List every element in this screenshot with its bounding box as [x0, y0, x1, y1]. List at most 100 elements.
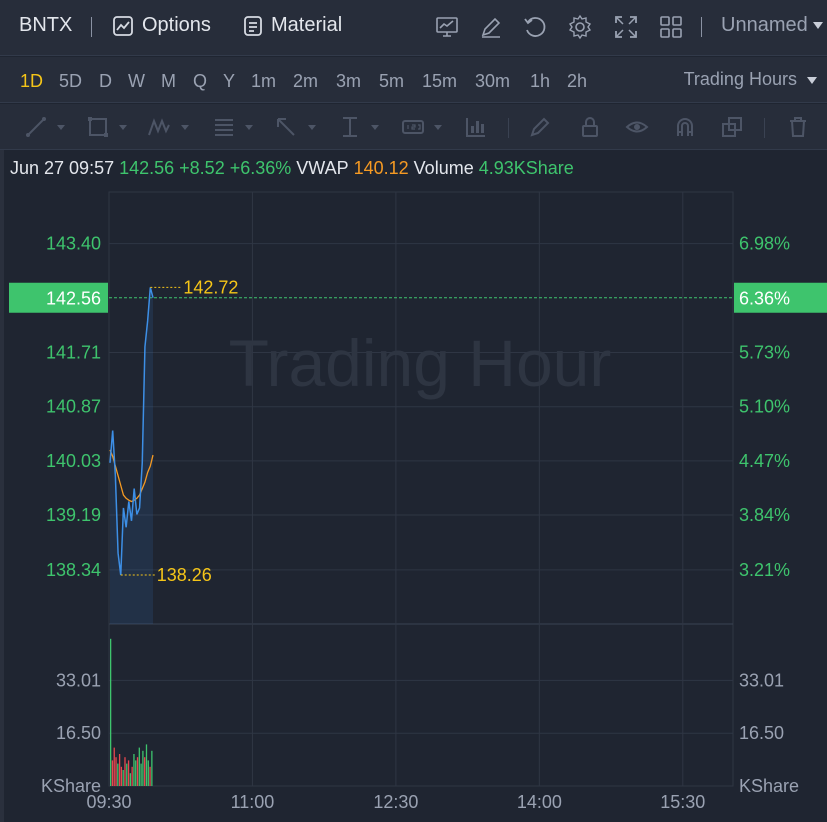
caret-down-icon[interactable]	[371, 125, 379, 130]
time-tick-label: 11:00	[231, 792, 275, 812]
volume-bar	[147, 760, 149, 786]
symbol-name[interactable]: BNTX	[19, 14, 72, 37]
rectangle-tool-icon[interactable]	[86, 115, 110, 139]
period-1h[interactable]: 1h	[530, 71, 550, 92]
period-3m[interactable]: 3m	[336, 71, 361, 92]
current-price-label: 142.56	[46, 289, 101, 309]
percent-tick-label: 5.10%	[739, 397, 790, 417]
arrow-tool-icon[interactable]	[274, 115, 298, 139]
vwap-value: 140.12	[353, 158, 409, 178]
caret-down-icon[interactable]	[119, 125, 127, 130]
volume-bar	[126, 763, 128, 786]
layers-icon[interactable]	[720, 115, 744, 139]
period-5m[interactable]: 5m	[379, 71, 404, 92]
brush-icon[interactable]	[528, 115, 552, 139]
period-1d[interactable]: 1D	[20, 71, 43, 92]
pattern-tool-icon[interactable]	[147, 115, 171, 139]
low-marker-label: 138.26	[157, 565, 212, 585]
vwap-label: VWAP	[296, 158, 349, 178]
volume-bar	[138, 747, 140, 786]
period-2m[interactable]: 2m	[293, 71, 318, 92]
period-1m[interactable]: 1m	[251, 71, 276, 92]
percent-tick-label: 4.47%	[739, 451, 790, 471]
volume-bars	[110, 638, 153, 786]
volume-bar	[124, 757, 126, 786]
indicator-tool-icon[interactable]	[464, 115, 488, 139]
period-d[interactable]: D	[99, 71, 112, 92]
percent-tick-label: 5.73%	[739, 343, 790, 363]
material-icon	[244, 15, 262, 36]
volume-tick-label: 16.50	[739, 723, 784, 743]
volume-bar	[131, 766, 133, 786]
options-label: Options	[142, 14, 211, 36]
volume-value: 4.93KShare	[478, 158, 574, 178]
options-icon	[113, 15, 133, 36]
caret-down-icon[interactable]	[181, 125, 189, 130]
period-15m[interactable]: 15m	[422, 71, 457, 92]
period-5d[interactable]: 5D	[59, 71, 82, 92]
toolbar-divider	[764, 118, 765, 138]
caret-down-icon[interactable]	[57, 125, 65, 130]
caret-down-icon[interactable]	[308, 125, 316, 130]
time-tick-label: 12:30	[373, 792, 418, 812]
volume-bar	[120, 766, 123, 786]
measure-tool-icon[interactable]	[338, 115, 362, 139]
layout-dropdown[interactable]: Unnamed	[721, 14, 823, 37]
volume-bar	[149, 766, 151, 786]
percent-tick-label: 3.21%	[739, 560, 790, 580]
percent-tick-label: 6.98%	[739, 234, 790, 254]
volume-bar	[129, 773, 132, 786]
period-2h[interactable]: 2h	[567, 71, 587, 92]
volume-unit-label: KShare	[739, 776, 799, 796]
price-label-tool-icon[interactable]	[401, 115, 425, 139]
high-marker-label: 142.72	[183, 277, 238, 297]
material-button[interactable]: Material	[243, 14, 342, 37]
period-w[interactable]: W	[128, 71, 145, 92]
volume-bar	[117, 763, 119, 786]
caret-down-icon[interactable]	[434, 125, 442, 130]
quote-price: 142.56	[119, 158, 175, 178]
fullscreen-icon[interactable]	[613, 14, 639, 40]
volume-tick-label: 33.01	[739, 670, 784, 690]
volume-bar	[142, 750, 144, 786]
volume-tick-label: 16.50	[56, 723, 101, 743]
quote-info-bar: Jun 27 09:57 142.56 +8.52 +6.36% VWAP 140.12 V…	[0, 150, 827, 188]
volume-bar	[118, 754, 121, 786]
toolbar-divider	[91, 17, 92, 37]
period-m[interactable]: M	[161, 71, 176, 92]
drawing-toolbar	[0, 104, 827, 150]
fib-tool-icon[interactable]	[212, 115, 236, 139]
quote-change-pct: +6.36%	[229, 158, 292, 178]
volume-bar	[136, 757, 139, 786]
toolbar-divider	[701, 17, 702, 37]
volume-bar	[144, 757, 146, 786]
period-toolbar: 1D 5D D W M Q Y 1m 2m 3m 5m 15m 30m 1h 2…	[0, 57, 827, 103]
lock-icon[interactable]	[578, 115, 602, 139]
caret-down-icon	[807, 76, 817, 84]
intraday-chart[interactable]: Trading Hour 143.40 141.71 140.87 140.03 139…	[0, 188, 827, 822]
percent-tick-label: 3.84%	[739, 505, 790, 525]
time-tick-label: 15:30	[660, 792, 705, 812]
layout-name: Unnamed	[721, 14, 808, 36]
caret-down-icon[interactable]	[245, 125, 253, 130]
edit-icon[interactable]	[478, 14, 504, 40]
trading-hours-dropdown[interactable]: Trading Hours	[684, 69, 817, 90]
price-tick-label: 143.40	[46, 234, 101, 254]
watermark-text: Trading Hour	[229, 326, 612, 400]
volume-tick-label: 33.01	[56, 670, 101, 690]
period-30m[interactable]: 30m	[475, 71, 510, 92]
volume-bar	[140, 763, 142, 786]
period-q[interactable]: Q	[193, 71, 207, 92]
options-button[interactable]: Options	[112, 14, 211, 37]
chart-type-icon[interactable]	[434, 14, 460, 40]
line-tool-icon[interactable]	[24, 115, 48, 139]
eye-icon[interactable]	[625, 115, 649, 139]
gear-icon[interactable]	[567, 14, 593, 40]
price-tick-label: 140.03	[46, 451, 101, 471]
refresh-icon[interactable]	[522, 14, 548, 40]
period-y[interactable]: Y	[223, 71, 235, 92]
magnet-icon[interactable]	[673, 115, 697, 139]
grid-layout-icon[interactable]	[658, 14, 684, 40]
quote-change: +8.52	[179, 158, 225, 178]
trash-icon[interactable]	[786, 115, 810, 139]
